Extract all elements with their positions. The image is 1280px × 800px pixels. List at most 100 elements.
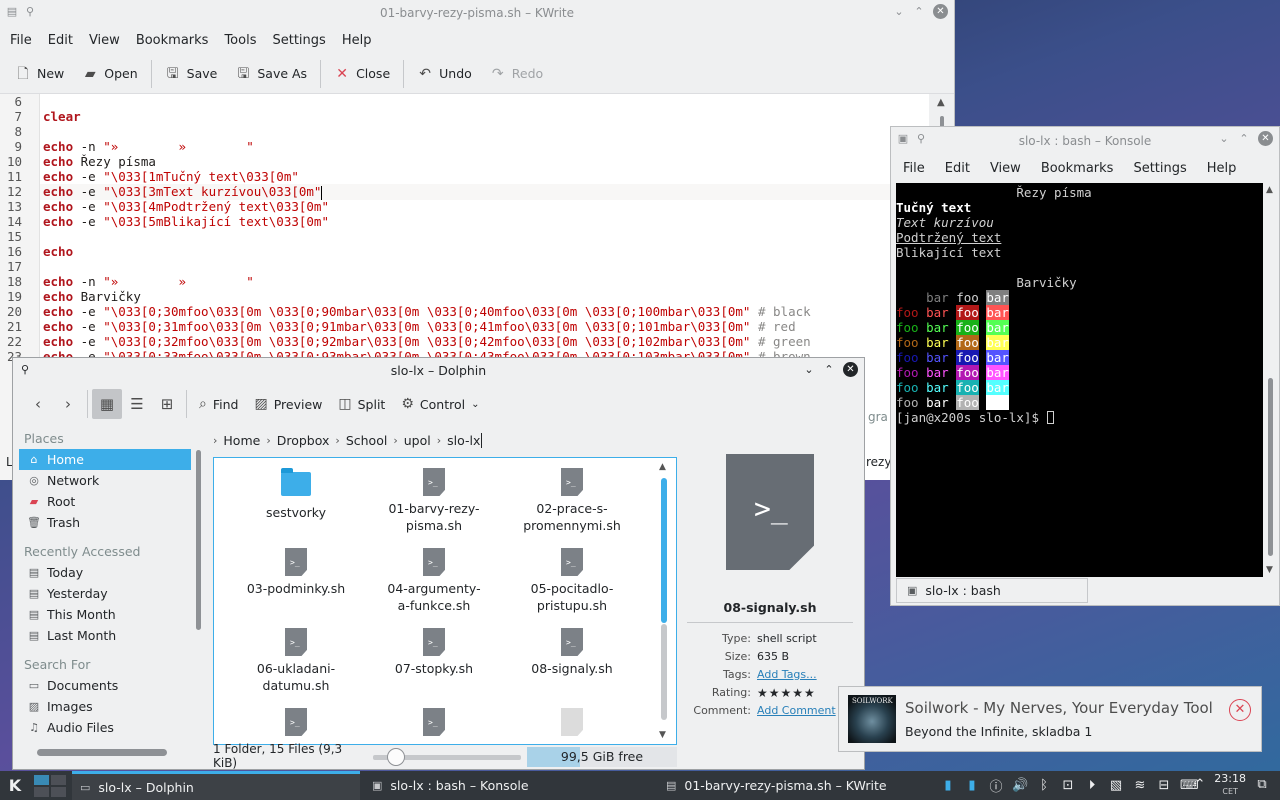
file-item[interactable]: >_ 04-argumenty- a-funkce.sh [374, 548, 494, 614]
scroll-up-icon[interactable]: ▲ [659, 462, 666, 472]
place-trash[interactable]: 🗑 Trash [19, 512, 191, 533]
search-audio[interactable]: ♫ Audio Files [19, 717, 191, 738]
close-icon[interactable]: ✕ [1258, 131, 1273, 146]
battery-icon[interactable]: ▮ [940, 778, 956, 793]
pin-icon[interactable]: ⚲ [24, 5, 36, 19]
battery-icon[interactable]: ▮ [964, 778, 980, 793]
forward-button[interactable]: › [53, 389, 83, 419]
recent-last-month[interactable]: ▤ Last Month [19, 625, 191, 646]
desktop-2[interactable] [51, 774, 66, 785]
scroll-up-icon[interactable]: ▲ [1266, 185, 1273, 195]
file-item[interactable] [512, 708, 632, 740]
scrollbar-thumb[interactable] [1268, 378, 1273, 556]
recent-today[interactable]: ▤ Today [19, 562, 191, 583]
menu-help[interactable]: Help [334, 33, 380, 48]
search-images[interactable]: ▨ Images [19, 696, 191, 717]
close-notification-icon[interactable]: ✕ [1229, 699, 1251, 721]
control-button[interactable]: ⚙ Control ⌄ [393, 389, 487, 419]
code-line[interactable]: echo -e "\033[3mText kurzívou\033[0m" [40, 184, 930, 200]
media-play-icon[interactable]: ⏵ [1084, 778, 1100, 793]
clock[interactable]: 23:18 CET [1214, 773, 1246, 798]
code-line[interactable]: echo -e "\033[4mPodtržený text\033[0m" [43, 199, 329, 214]
desktop-4[interactable] [51, 786, 66, 797]
scroll-up-icon[interactable]: ▲ [937, 97, 945, 108]
code-line[interactable]: echo Barvičky [43, 289, 141, 304]
desktop-icon[interactable]: ⧉ [1254, 777, 1270, 792]
task-konsole[interactable]: ▣ slo-lx : bash – Konsole [364, 771, 654, 800]
file-view[interactable]: sestvorky >_ 01-barvy-rezy- pisma.sh >_ 02-p… [213, 457, 677, 745]
maximize-icon[interactable]: ⌃ [823, 363, 835, 377]
volume-icon[interactable]: 🔊 [1012, 778, 1028, 793]
place-root[interactable]: ▰ Root [19, 491, 191, 512]
file-item[interactable]: >_ 06-ukladani- datumu.sh [236, 628, 356, 694]
redo-button[interactable]: ↷ Redo [481, 59, 552, 89]
file-item[interactable]: >_ 07-stopky.sh [374, 628, 494, 677]
pin-icon[interactable]: ⚲ [915, 132, 927, 146]
code-line[interactable]: echo Řezy písma [43, 154, 156, 169]
crumb-dropbox[interactable]: Dropbox [277, 433, 330, 448]
scrollbar-thumb[interactable] [37, 749, 167, 756]
close-icon[interactable]: ✕ [843, 362, 858, 377]
code-line[interactable]: echo -e "\033[0;32mfoo\033[0m \033[0;92m… [43, 334, 811, 349]
media-notification[interactable]: SOILWORK Soilwork - My Nerves, Your Ever… [838, 686, 1262, 752]
file-item[interactable]: >_ 08-signaly.sh [512, 628, 632, 677]
code-line[interactable]: echo -e "\033[0;30mfoo\033[0m \033[0;90m… [43, 304, 811, 319]
konsole-titlebar[interactable]: ▣ ⚲ slo-lx : bash – Konsole ⌄ ⌃ ✕ [891, 127, 1279, 154]
undo-button[interactable]: ↶ Undo [408, 59, 481, 89]
compact-view-button[interactable]: ☰ [122, 389, 152, 419]
menu-file[interactable]: File [2, 33, 40, 48]
menu-settings[interactable]: Settings [1123, 161, 1196, 176]
code-line[interactable]: echo [43, 244, 73, 259]
scrollbar-track[interactable] [661, 624, 667, 720]
zoom-slider-handle[interactable] [387, 748, 405, 766]
task-kwrite[interactable]: ▤ 01-barvy-rezy-pisma.sh – KWrite [658, 771, 948, 800]
crumb-current[interactable]: slo-lx [447, 432, 483, 448]
scroll-down-icon[interactable]: ▼ [659, 730, 666, 740]
maximize-icon[interactable]: ⌃ [913, 5, 925, 19]
split-button[interactable]: ◫ Split [330, 389, 393, 419]
file-item[interactable]: >_ [374, 708, 494, 740]
file-item[interactable]: >_ [236, 708, 356, 740]
search-documents[interactable]: ▭ Documents [19, 675, 191, 696]
recent-yesterday[interactable]: ▤ Yesterday [19, 583, 191, 604]
file-item[interactable]: >_ 05-pocitadlo- pristupu.sh [512, 548, 632, 614]
scroll-down-icon[interactable]: ▼ [1266, 565, 1273, 575]
info-icon[interactable]: ⓘ [988, 776, 1004, 795]
maximize-icon[interactable]: ⌃ [1238, 132, 1250, 146]
terminal-app-icon[interactable]: ▣ [897, 132, 909, 146]
scrollbar-thumb[interactable] [661, 478, 667, 623]
file-view-scrollbar[interactable]: ▲ ▼ [657, 462, 671, 740]
menu-view[interactable]: View [81, 33, 128, 48]
place-home[interactable]: ⌂ Home [19, 449, 191, 470]
device-icon[interactable]: ⊟ [1156, 778, 1172, 793]
kde-launcher-icon[interactable]: K [0, 771, 30, 800]
details-view-button[interactable]: ⊞ [152, 389, 182, 419]
menu-edit[interactable]: Edit [40, 33, 81, 48]
virtual-desktop-pager[interactable] [34, 774, 66, 797]
terminal-output[interactable]: Řezy písma Tučný text Text kurzívou Podtrže… [896, 183, 1263, 577]
back-button[interactable]: ‹ [23, 389, 53, 419]
crumb-home[interactable]: Home [223, 433, 260, 448]
file-item[interactable]: >_ 03-podminky.sh [236, 548, 356, 597]
clipboard-icon[interactable]: ▧ [1108, 778, 1124, 793]
kwrite-titlebar[interactable]: ▤ ⚲ 01-barvy-rezy-pisma.sh – KWrite ⌄ ⌃ … [0, 0, 954, 26]
close-icon[interactable]: ✕ [933, 4, 948, 19]
konsole-tab[interactable]: ▣ slo-lx : bash [896, 578, 1088, 603]
folder-item[interactable]: sestvorky [236, 468, 356, 521]
open-button[interactable]: ▰ Open [73, 59, 146, 89]
preview-button[interactable]: ▨ Preview [246, 389, 330, 419]
rating-stars[interactable]: ★★★★★ [757, 686, 816, 700]
code-line[interactable]: echo -n "» » " [43, 139, 254, 154]
code-line[interactable]: echo -e "\033[5mBlikající text\033[0m" [43, 214, 329, 229]
save-button[interactable]: 🖫 Save [156, 59, 227, 89]
code-line[interactable]: clear [43, 109, 81, 124]
bluetooth-icon[interactable]: ᛒ [1036, 778, 1052, 793]
menu-help[interactable]: Help [1197, 161, 1247, 176]
recent-this-month[interactable]: ▤ This Month [19, 604, 191, 625]
app-menu-icon[interactable]: ▤ [6, 5, 18, 19]
find-button[interactable]: ⌕ Find [191, 389, 246, 419]
menu-settings[interactable]: Settings [264, 33, 333, 48]
menu-bookmarks[interactable]: Bookmarks [1031, 161, 1124, 176]
dolphin-titlebar[interactable]: ⚲ slo-lx – Dolphin ⌄ ⌃ ✕ [13, 358, 864, 383]
minimize-icon[interactable]: ⌄ [1218, 132, 1230, 146]
